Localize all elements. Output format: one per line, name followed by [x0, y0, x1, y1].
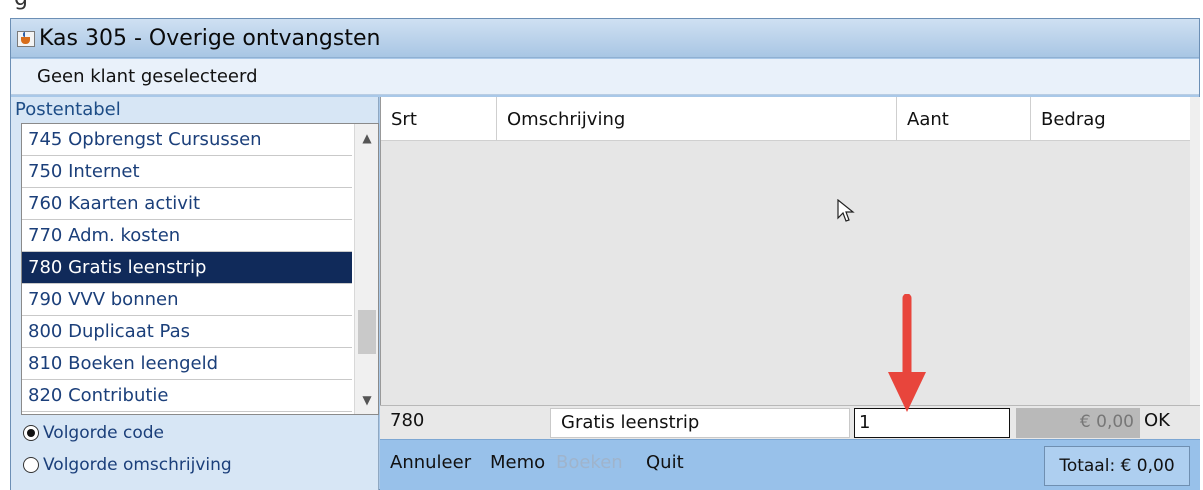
list-item-selected[interactable]: 780 Gratis leenstrip [22, 252, 352, 284]
list-item[interactable]: 750 Internet [22, 156, 352, 188]
table-header: Srt Omschrijving Aant Bedrag [381, 97, 1191, 141]
radio-empty-icon[interactable] [23, 457, 39, 473]
postentabel-list[interactable]: 745 Opbrengst Cursussen 750 Internet 760… [21, 123, 379, 415]
sort-by-code-option[interactable]: Volgorde code [23, 419, 164, 447]
scrollbar-thumb[interactable] [358, 310, 376, 354]
column-header-omschrijving[interactable]: Omschrijving [497, 97, 897, 141]
memo-button[interactable]: Memo [490, 452, 545, 473]
column-header-bedrag[interactable]: Bedrag [1031, 97, 1191, 141]
list-scrollbar[interactable]: ▲ ▼ [354, 124, 378, 414]
table-scrollbar[interactable] [1190, 97, 1200, 405]
window-title: Kas 305 - Overige ontvangsten [39, 25, 381, 51]
mouse-pointer-icon [837, 199, 855, 222]
screenshot: g Kas 305 - Overige ontvangsten Geen kla… [0, 0, 1203, 490]
radio-selected-icon[interactable] [23, 425, 39, 441]
column-header-srt[interactable]: Srt [381, 97, 497, 141]
top-caption: g [0, 0, 28, 14]
annuleer-button[interactable]: Annuleer [390, 452, 471, 473]
quit-button[interactable]: Quit [646, 452, 684, 473]
list-item[interactable]: 770 Adm. kosten [22, 220, 352, 252]
boeken-button[interactable]: Boeken [556, 452, 623, 473]
sort-by-description-option[interactable]: Volgorde omschrijving [23, 451, 232, 479]
java-app-icon [17, 29, 35, 47]
column-header-aant[interactable]: Aant [897, 97, 1031, 141]
list-item[interactable]: 790 VVV bonnen [22, 284, 352, 316]
list-item[interactable]: 800 Duplicaat Pas [22, 316, 352, 348]
list-item[interactable]: 810 Boeken leengeld [22, 348, 352, 380]
list-item[interactable]: 760 Kaarten activit [22, 188, 352, 220]
transactions-table[interactable]: Srt Omschrijving Aant Bedrag [380, 97, 1200, 405]
list-item[interactable]: 820 Contributie [22, 380, 352, 412]
ok-button[interactable]: OK [1144, 410, 1170, 431]
sort-by-code-label: Volgorde code [43, 423, 164, 443]
title-bar[interactable]: Kas 305 - Overige ontvangsten [11, 19, 1199, 58]
customer-status: Geen klant geselecteerd [11, 59, 1199, 95]
kas-window: Kas 305 - Overige ontvangsten Geen klant… [10, 18, 1200, 490]
quantity-field[interactable]: 1 [854, 408, 1010, 438]
red-arrow-icon [888, 294, 926, 412]
postentabel-label: Postentabel [15, 99, 121, 120]
sort-by-description-label: Volgorde omschrijving [43, 455, 232, 475]
chevron-down-icon[interactable]: ▼ [355, 390, 378, 410]
postentabel-panel: Postentabel 745 Opbrengst Cursussen 750 … [11, 97, 379, 490]
entry-row: 780 Gratis leenstrip 1 € 0,00 OK [380, 405, 1200, 439]
entry-description-field[interactable]: Gratis leenstrip [550, 408, 850, 438]
list-item[interactable]: 745 Opbrengst Cursussen [22, 124, 352, 156]
entry-code: 780 [390, 410, 425, 431]
total-amount: Totaal: € 0,00 [1044, 446, 1190, 486]
action-bar: Annuleer Memo Boeken Quit Totaal: € 0,00 [380, 439, 1200, 490]
chevron-up-icon[interactable]: ▲ [355, 128, 378, 148]
amount-field: € 0,00 [1016, 408, 1140, 438]
